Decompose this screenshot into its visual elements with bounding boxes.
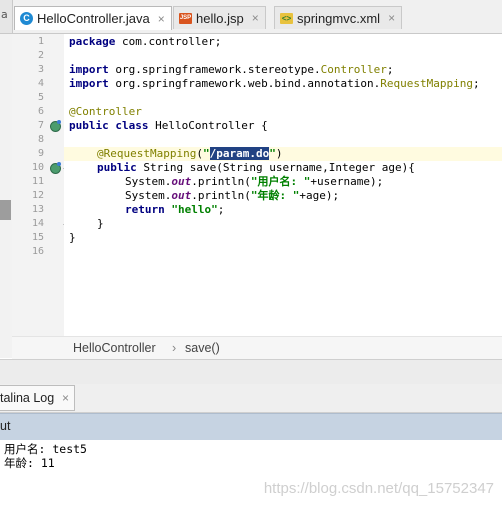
line-number: 9 [37,148,44,159]
spring-bean-icon[interactable] [50,162,61,174]
output-header[interactable]: ut [0,413,502,441]
console-line: 年龄: 11 [4,456,55,470]
line-number: 14 [31,218,44,229]
run-panel-tabs: talina Log × [0,384,502,413]
line-number: 1 [37,36,44,47]
code-line: return "hello"; [125,203,225,216]
code-line: System.out.println("用户名: "+username); [125,175,384,188]
tab-hellocontroller-java[interactable]: C HelloController.java × [14,6,172,30]
breadcrumb-separator: › [172,341,177,355]
tab-label: talina Log [0,391,55,405]
code-line: public class HelloController { [69,119,268,132]
tab-label: hello.jsp [196,10,244,26]
jsp-file-icon: JSP [179,12,192,24]
editor-tab-bar: a C HelloController.java × JSP hello.jsp… [0,0,502,34]
line-number: 4 [37,78,44,89]
code-line: public String save(String username,Integ… [97,161,415,174]
code-line: System.out.println("年龄: "+age); [125,189,340,202]
tab-catalina-log[interactable]: talina Log × [0,385,75,411]
code-line: import org.springframework.web.bind.anno… [69,77,480,90]
current-code-line: @RequestMapping("/param.do") [64,147,502,161]
line-number: 2 [37,50,44,61]
line-number: 6 [37,106,44,117]
close-icon[interactable]: × [62,386,69,410]
close-icon[interactable]: × [158,12,165,26]
breadcrumb-method[interactable]: save() [185,341,220,355]
close-icon[interactable]: × [388,11,395,25]
code-line: import org.springframework.stereotype.Co… [69,63,394,76]
tab-label: springmvc.xml [297,10,381,26]
spring-bean-icon[interactable] [50,120,61,132]
code-line: } [69,231,76,244]
tab-hello-jsp[interactable]: JSP hello.jsp × [173,6,266,29]
line-number: 13 [31,204,44,215]
watermark: https://blog.csdn.net/qq_15752347 [263,480,494,497]
left-tab-stub-label: a [1,8,8,21]
breadcrumb-class[interactable]: HelloController [73,341,156,355]
line-number: 5 [37,92,44,103]
output-label: ut [0,419,11,433]
line-number: 12 [31,190,44,201]
code-line: package com.controller; [69,35,222,48]
tab-label: HelloController.java [37,11,150,26]
line-number: 3 [37,64,44,75]
console-output[interactable]: 用户名: test5 年龄: 11 https://blog.csdn.net/… [0,440,502,506]
line-number: 15 [31,232,44,243]
line-number: 8 [37,134,44,145]
line-number: 10 [31,162,44,173]
left-tab-stub[interactable]: a [0,0,13,33]
editor-bottom-bar [0,359,502,385]
code-line: @Controller [69,105,142,118]
line-number: 7 [37,120,44,131]
code-line: } [97,217,104,230]
breadcrumb: HelloController › save() [12,336,502,360]
line-number-gutter: 1 2 3 4 5 6 7 8 9 10 11 12 13 14 15 16 −… [12,34,69,336]
close-icon[interactable]: × [252,11,259,25]
java-class-icon: C [20,12,33,25]
tab-springmvc-xml[interactable]: <> springmvc.xml × [274,6,403,29]
line-number: 11 [31,176,44,187]
code-editor[interactable]: package com.controller; import org.sprin… [64,34,502,336]
scroll-marker[interactable] [0,200,11,220]
line-number: 16 [31,246,44,257]
selected-text: /param.do [209,147,270,160]
xml-file-icon: <> [280,12,293,24]
